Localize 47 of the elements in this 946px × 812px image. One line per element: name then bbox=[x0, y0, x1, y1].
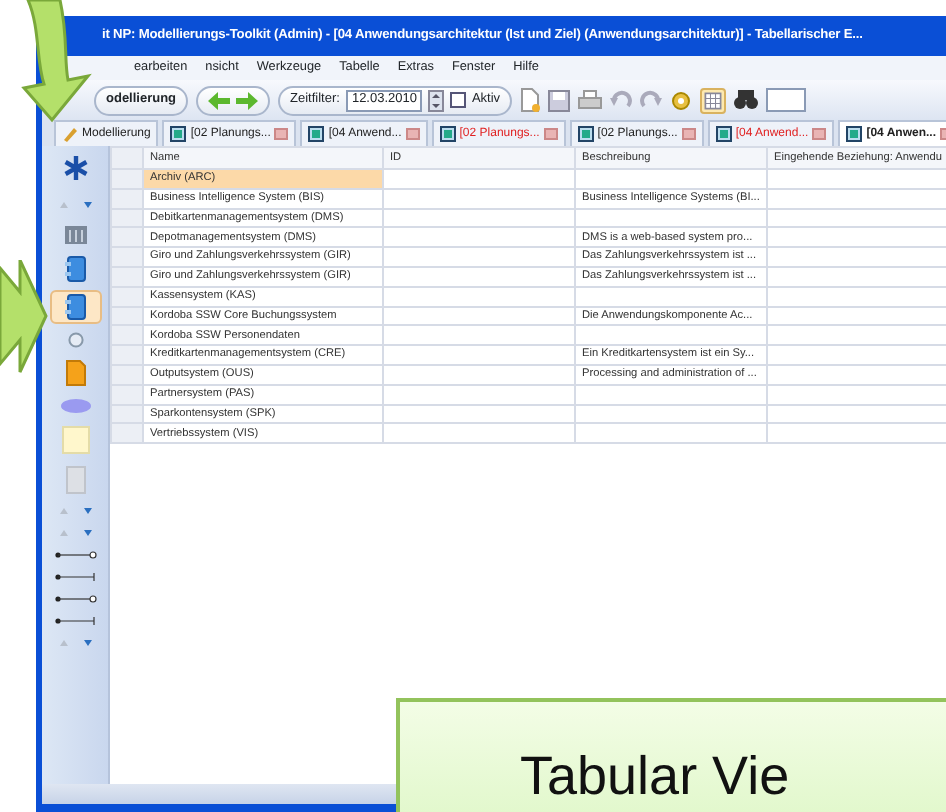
binoculars-icon[interactable] bbox=[734, 90, 759, 110]
pencil-icon bbox=[62, 126, 78, 142]
component-icon bbox=[64, 294, 86, 320]
diagram-icon bbox=[439, 126, 456, 142]
circle-icon bbox=[67, 332, 83, 348]
scroll-arrows-icon bbox=[57, 638, 93, 648]
diagram-icon bbox=[846, 126, 863, 142]
diagram-icon bbox=[577, 126, 594, 142]
toolbox-item[interactable] bbox=[49, 568, 101, 586]
note-icon bbox=[61, 426, 89, 454]
toolbox-item[interactable] bbox=[49, 590, 101, 608]
connector-icon bbox=[53, 616, 97, 626]
connector-icon bbox=[53, 550, 97, 560]
connector-icon bbox=[53, 572, 97, 582]
tab-close-button[interactable] bbox=[543, 128, 558, 140]
diagram-icon bbox=[715, 126, 732, 142]
undo-icon[interactable] bbox=[610, 90, 633, 110]
tab-close-button[interactable] bbox=[405, 128, 420, 140]
building-icon bbox=[63, 222, 87, 244]
pointer-arrow bbox=[0, 260, 48, 376]
print-icon[interactable] bbox=[578, 89, 603, 111]
save-icon[interactable] bbox=[548, 89, 571, 111]
tab-close-button[interactable] bbox=[812, 128, 827, 140]
spin-buttons-icon[interactable] bbox=[427, 89, 444, 111]
scroll-arrows-icon bbox=[57, 200, 93, 210]
scroll-arrows-icon bbox=[57, 506, 93, 516]
diagram-icon bbox=[170, 126, 187, 142]
toolbox-item[interactable] bbox=[49, 290, 101, 324]
tab-close-button[interactable] bbox=[681, 128, 696, 140]
back-arrow-icon[interactable] bbox=[208, 91, 231, 109]
scroll-arrows-icon bbox=[57, 528, 93, 538]
component-icon bbox=[64, 256, 86, 282]
active-checkbox[interactable] bbox=[449, 92, 466, 108]
ellipse-icon bbox=[59, 398, 91, 414]
new-document-icon[interactable] bbox=[520, 88, 541, 112]
redo-icon[interactable] bbox=[640, 90, 663, 110]
asterisk-icon bbox=[63, 156, 87, 180]
connector-icon bbox=[53, 594, 97, 604]
toolbox-item[interactable] bbox=[49, 546, 101, 564]
document-icon bbox=[65, 360, 85, 386]
toolbox-item[interactable] bbox=[49, 612, 101, 630]
diagram-icon bbox=[308, 126, 325, 142]
search-field[interactable] bbox=[766, 88, 807, 112]
frame-icon bbox=[65, 466, 85, 494]
tab-close-button[interactable] bbox=[274, 128, 289, 140]
callout-label: Tabular Vie bbox=[396, 698, 946, 812]
forward-arrow-icon[interactable] bbox=[236, 91, 259, 109]
